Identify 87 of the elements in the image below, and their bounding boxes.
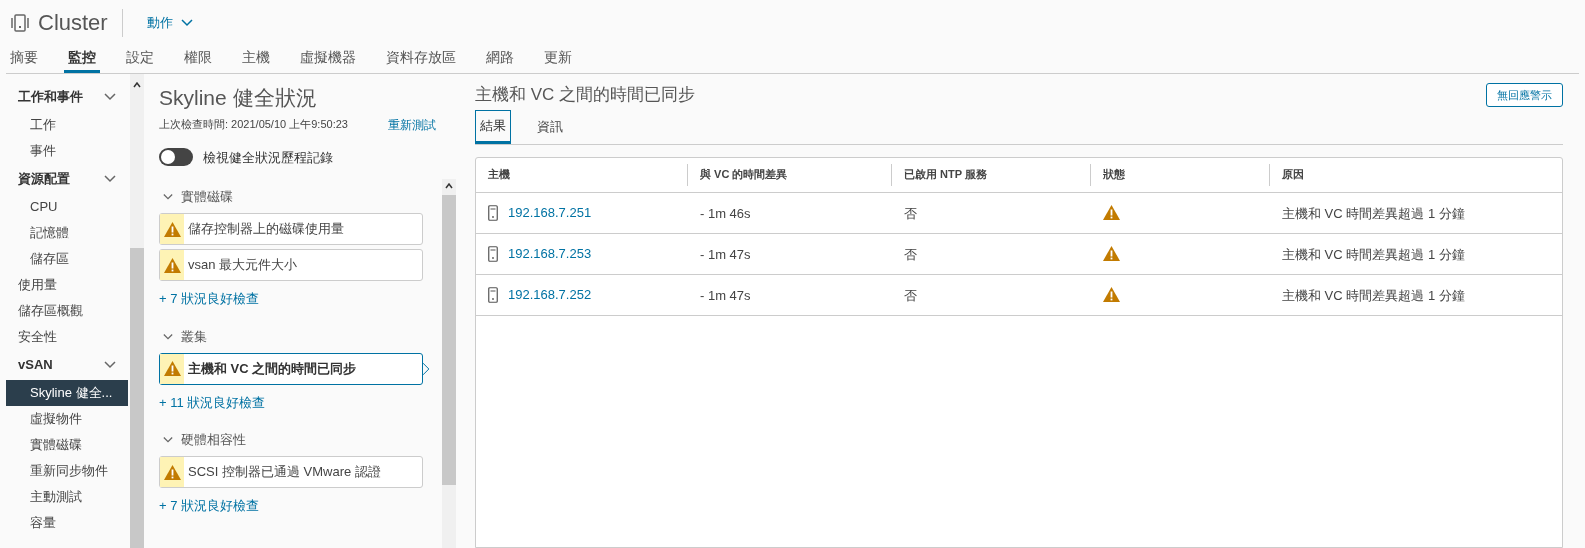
sidebar-item[interactable]: 使用量 (6, 272, 128, 298)
column-header: 主機 (488, 167, 510, 183)
sidebar-item[interactable]: Skyline 健全... (6, 380, 128, 406)
sidebar-group[interactable]: 資源配置 (18, 169, 70, 189)
nav-tab[interactable]: 主機 (238, 45, 274, 73)
warning-icon (163, 464, 181, 480)
sidebar-item[interactable]: 虛擬物件 (6, 406, 128, 432)
nav-tab[interactable]: 設定 (122, 45, 158, 73)
warning-icon (163, 221, 181, 237)
table-cell: 主機和 VC 時間差異超過 1 分鐘 (1282, 287, 1465, 303)
actions-menu[interactable]: 動作 (146, 12, 193, 33)
health-check-card[interactable]: 儲存控制器上的磁碟使用量 (159, 213, 424, 245)
chevron-icon[interactable] (163, 332, 173, 341)
passed-checks-link[interactable]: + 7 狀況良好檢查 (159, 496, 431, 516)
sidebar-item[interactable]: 容量 (6, 510, 128, 536)
table-cell: 否 (904, 287, 917, 303)
detail-tab[interactable]: 資訊 (533, 109, 567, 144)
table-cell: - 1m 46s (700, 205, 751, 221)
warning-icon (163, 361, 181, 376)
host-icon (488, 245, 498, 262)
silence-alert-button[interactable]: 無回應警示 (1486, 82, 1563, 107)
detail-tab[interactable]: 結果 (475, 109, 511, 144)
sidebar-item[interactable]: 事件 (6, 138, 128, 164)
table-cell: 否 (904, 246, 917, 262)
nav-tab[interactable]: 網路 (482, 45, 518, 73)
sidebar-item[interactable]: 實體磁碟 (6, 432, 128, 458)
chevron-icon[interactable] (163, 436, 173, 444)
nav-tab[interactable]: 摘要 (6, 45, 42, 73)
category-header[interactable]: 實體磁碟 (181, 187, 233, 207)
warning-icon (1103, 246, 1120, 261)
table-cell: 主機和 VC 時間差異超過 1 分鐘 (1282, 246, 1465, 262)
column-header: 狀態 (1103, 167, 1125, 183)
sidebar-group[interactable]: vSAN (18, 355, 53, 375)
category-header[interactable]: 叢集 (181, 326, 207, 347)
warning-icon (1103, 287, 1120, 302)
scroll-up-icon[interactable] (133, 82, 141, 88)
nav-tab[interactable]: 資料存放區 (382, 45, 460, 73)
nav-tab[interactable]: 虛擬機器 (296, 45, 360, 73)
panel-title: Skyline 健全狀況 (159, 85, 318, 111)
nav-tab[interactable]: 更新 (540, 45, 576, 73)
scrollbar[interactable] (442, 179, 456, 548)
chevron-icon[interactable] (104, 93, 116, 101)
sidebar-item[interactable]: 工作 (6, 112, 128, 138)
column-header: 原因 (1282, 167, 1304, 183)
sidebar-item[interactable]: 儲存區 (6, 246, 128, 272)
health-check-card[interactable]: SCSI 控制器已通過 VMware 認證 (159, 456, 424, 488)
scrollbar[interactable] (130, 74, 144, 548)
sidebar-group[interactable]: 工作和事件 (18, 87, 83, 107)
last-checked-text: 上次檢查時間: 2021/05/10 上午9:50:23 (159, 116, 348, 132)
detail-title: 主機和 VC 之間的時間已同步 (475, 84, 696, 106)
cluster-icon (10, 12, 30, 33)
sidebar-item[interactable]: 儲存區概觀 (6, 298, 128, 324)
scroll-up-icon[interactable] (445, 183, 454, 189)
host-link[interactable]: 192.168.7.253 (508, 243, 592, 264)
passed-checks-link[interactable]: + 7 狀況良好檢查 (159, 289, 431, 309)
table-cell: - 1m 47s (700, 246, 751, 262)
column-header: 與 VC 的時間差異 (700, 167, 788, 183)
caret-icon (180, 18, 193, 27)
table-cell: 否 (904, 205, 917, 221)
table-cell: 主機和 VC 時間差異超過 1 分鐘 (1282, 205, 1465, 221)
sidebar-item[interactable]: 重新同步物件 (6, 458, 128, 484)
warning-icon (1103, 205, 1120, 220)
host-icon (488, 204, 498, 221)
category-header[interactable]: 硬體相容性 (181, 430, 246, 450)
health-check-card[interactable]: vsan 最大元件大小 (159, 249, 424, 281)
nav-tab[interactable]: 權限 (180, 45, 216, 73)
sidebar-item[interactable]: 安全性 (6, 324, 128, 350)
sidebar-item[interactable]: 主動測試 (6, 484, 128, 510)
host-icon (488, 286, 498, 303)
sidebar-item[interactable]: CPU (6, 194, 128, 220)
sidebar-item[interactable]: 記憶體 (6, 220, 128, 246)
history-toggle[interactable] (159, 148, 193, 167)
nav-tab[interactable]: 監控 (64, 45, 100, 73)
warning-icon (163, 257, 181, 273)
retest-link[interactable]: 重新測試 (388, 115, 436, 134)
chevron-icon[interactable] (104, 361, 116, 369)
host-link[interactable]: 192.168.7.251 (508, 202, 592, 223)
page-title: Cluster (38, 9, 108, 37)
table-cell: - 1m 47s (700, 287, 751, 303)
health-check-card[interactable]: 主機和 VC 之間的時間已同步 (159, 352, 424, 385)
chevron-icon[interactable] (163, 193, 173, 201)
column-header: 已啟用 NTP 服務 (904, 167, 987, 183)
toggle-label: 檢視健全狀況歷程記錄 (203, 148, 333, 167)
chevron-icon[interactable] (104, 175, 116, 183)
host-link[interactable]: 192.168.7.252 (508, 284, 592, 305)
passed-checks-link[interactable]: + 11 狀況良好檢查 (159, 392, 431, 412)
pointer-icon (423, 361, 431, 376)
